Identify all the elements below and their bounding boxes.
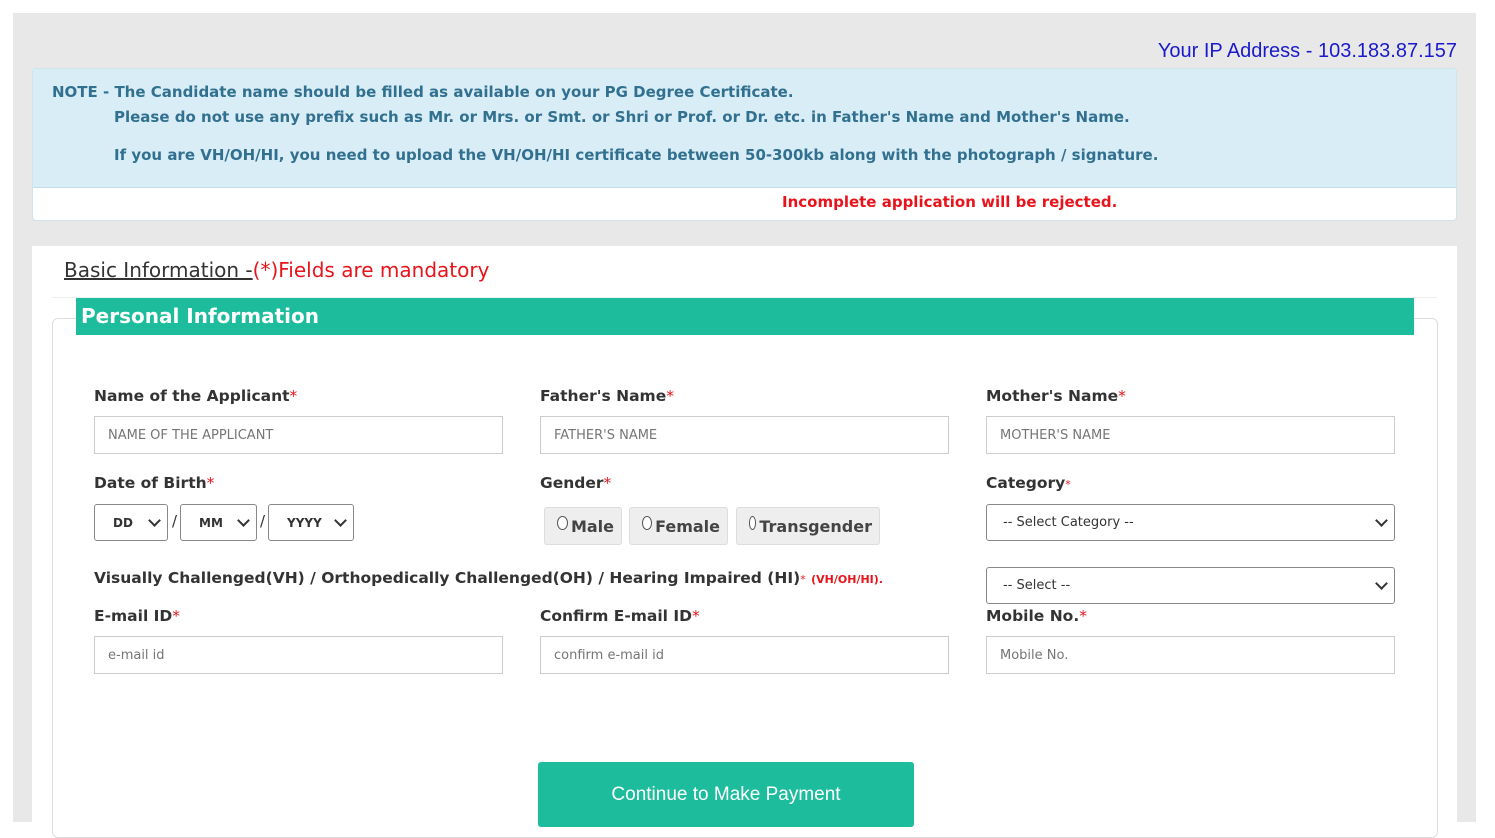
mobile-input[interactable] [986, 636, 1395, 674]
chevron-down-icon [237, 514, 250, 527]
ip-label: Your IP Address - [1157, 40, 1313, 62]
confirm-email-input[interactable] [540, 636, 949, 674]
required-mark: * [1079, 607, 1087, 625]
continue-payment-button[interactable]: Continue to Make Payment [538, 762, 914, 827]
basic-info-heading: Basic Information -(*)Fields are mandato… [64, 258, 489, 282]
email-label: E-mail ID* [94, 607, 180, 625]
required-mark: * [666, 387, 674, 405]
category-value: -- Select Category -- [1003, 515, 1134, 530]
vh-select[interactable]: -- Select -- [986, 567, 1395, 604]
mother-name-input[interactable] [986, 416, 1395, 454]
dob-separator: / [260, 512, 266, 530]
applicant-label-text: Name of the Applicant [94, 387, 290, 405]
email-label-text: E-mail ID [94, 607, 173, 625]
required-mark: * [603, 474, 612, 492]
required-mark: * [1118, 387, 1126, 405]
applicant-label: Name of the Applicant* [94, 387, 297, 405]
vh-value: -- Select -- [1003, 578, 1071, 593]
email-input[interactable] [94, 636, 503, 674]
category-select[interactable]: -- Select Category -- [986, 504, 1395, 541]
required-mark: * [1065, 478, 1071, 491]
page-background: Your IP Address - 103.183.87.157 NOTE - … [13, 13, 1476, 838]
note-panel: NOTE - The Candidate name should be fill… [32, 68, 1457, 221]
category-label: Category* [986, 474, 1071, 492]
note-line-2: Please do not use any prefix such as Mr.… [114, 108, 1130, 126]
ip-address: Your IP Address - 103.183.87.157 [1158, 40, 1457, 63]
dob-year-value: YYYY [287, 515, 322, 530]
required-mark: * [206, 474, 215, 492]
gender-option-label: Female [655, 516, 720, 536]
ip-value: 103.183.87.157 [1317, 40, 1457, 62]
vh-label-text: Visually Challenged(VH) / Orthopedically… [94, 569, 801, 587]
father-label: Father's Name* [540, 387, 674, 405]
gender-label: Gender* [540, 474, 611, 492]
chevron-down-icon [148, 514, 161, 527]
dob-day-select[interactable]: DD [94, 504, 168, 541]
dob-month-value: MM [199, 515, 223, 530]
chevron-down-icon [334, 514, 347, 527]
mother-label: Mother's Name* [986, 387, 1126, 405]
mother-label-text: Mother's Name [986, 387, 1119, 405]
vh-label: Visually Challenged(VH) / Orthopedically… [94, 569, 883, 587]
mobile-label: Mobile No.* [986, 607, 1087, 625]
gender-option-label: Male [570, 516, 614, 536]
confirm-email-label-text: Confirm E-mail ID [540, 607, 693, 625]
gender-option-female[interactable]: Female [629, 507, 728, 545]
gender-label-text: Gender [540, 474, 604, 492]
mandatory-note: (*)Fields are mandatory [252, 258, 490, 282]
radio-icon[interactable] [642, 516, 653, 530]
dob-year-select[interactable]: YYYY [268, 504, 354, 541]
chevron-down-icon [1375, 514, 1388, 527]
note-line-1: NOTE - The Candidate name should be fill… [52, 83, 794, 101]
father-label-text: Father's Name [540, 387, 667, 405]
chevron-down-icon [1375, 577, 1388, 590]
required-mark: * [800, 573, 806, 586]
confirm-email-label: Confirm E-mail ID* [540, 607, 700, 625]
section-title: Personal Information [76, 298, 1414, 335]
category-label-text: Category [986, 474, 1066, 492]
required-mark: * [692, 607, 700, 625]
mobile-label-text: Mobile No. [986, 607, 1080, 625]
dob-label: Date of Birth* [94, 474, 214, 492]
gender-option-label: Transgender [759, 516, 872, 536]
dob-month-select[interactable]: MM [180, 504, 257, 541]
form-card: Basic Information -(*)Fields are mandato… [32, 246, 1457, 838]
gender-option-transgender[interactable]: Transgender [736, 507, 880, 545]
note-line-3: If you are VH/OH/HI, you need to upload … [114, 146, 1159, 164]
note-header: NOTE - The Candidate name should be fill… [33, 69, 1456, 188]
reject-warning: Incomplete application will be rejected. [782, 193, 1118, 211]
vh-note: (VH/OH/HI). [811, 573, 883, 586]
dob-separator: / [172, 512, 178, 530]
required-mark: * [172, 607, 181, 625]
radio-icon[interactable] [749, 516, 757, 530]
dob-label-text: Date of Birth [94, 474, 207, 492]
father-name-input[interactable] [540, 416, 949, 454]
dob-day-value: DD [113, 515, 133, 530]
gender-option-male[interactable]: Male [544, 507, 622, 545]
required-mark: * [289, 387, 298, 405]
radio-icon[interactable] [557, 516, 568, 530]
basic-info-title: Basic Information - [64, 258, 253, 282]
applicant-name-input[interactable] [94, 416, 503, 454]
